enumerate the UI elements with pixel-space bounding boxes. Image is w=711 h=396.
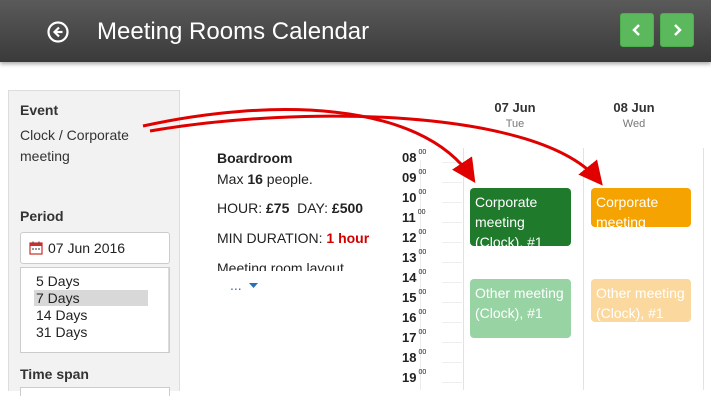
annotation-arrows bbox=[142, 108, 603, 186]
